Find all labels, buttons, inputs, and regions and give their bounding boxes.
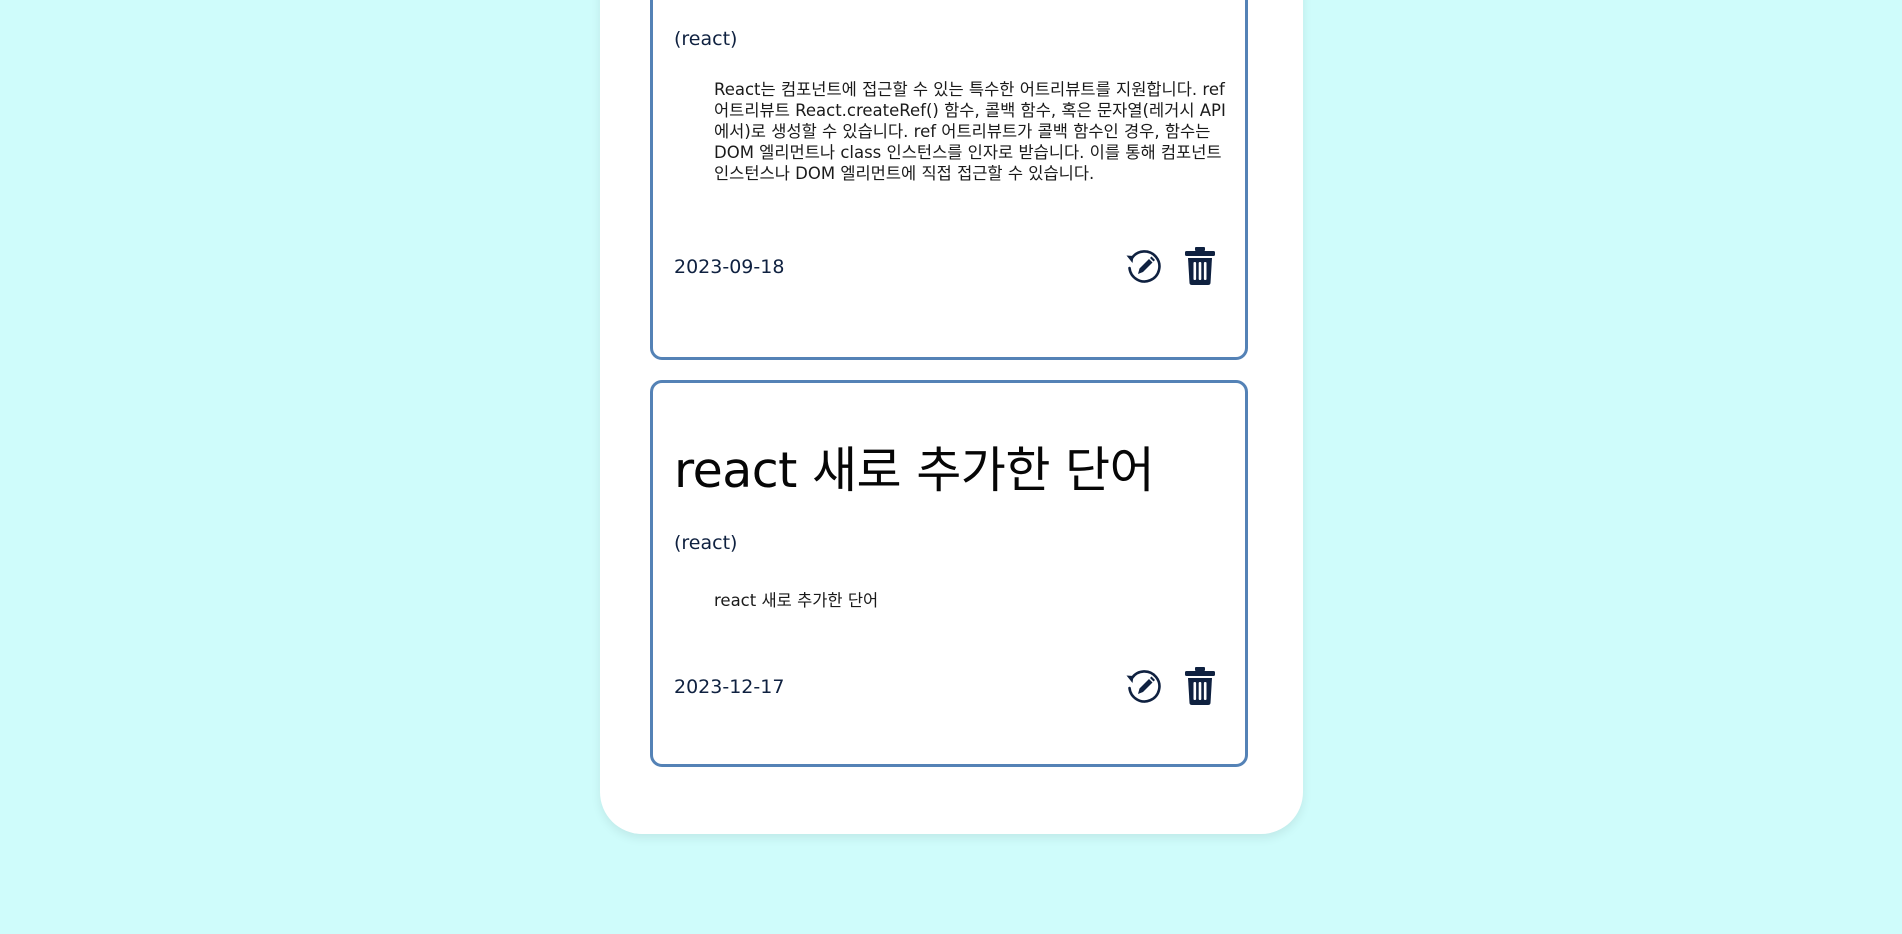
edit-button[interactable]	[1123, 245, 1165, 287]
word-card: (react) React는 컴포넌트에 접근할 수 있는 특수한 어트리뷰트를…	[650, 0, 1248, 360]
word-tag: (react)	[674, 28, 738, 50]
trash-icon	[1185, 247, 1215, 285]
edit-button[interactable]	[1123, 665, 1165, 707]
word-title: react 새로 추가한 단어	[674, 442, 1155, 499]
delete-button[interactable]	[1179, 665, 1221, 707]
card-actions	[1123, 245, 1221, 287]
word-date: 2023-12-17	[674, 676, 785, 698]
edit-refresh-icon	[1126, 250, 1161, 283]
card-actions	[1123, 665, 1221, 707]
word-card: react 새로 추가한 단어 (react) react 새로 추가한 단어 …	[650, 380, 1248, 767]
word-description: react 새로 추가한 단어	[714, 591, 879, 610]
word-date: 2023-09-18	[674, 256, 785, 278]
word-tag: (react)	[674, 532, 738, 554]
delete-button[interactable]	[1179, 245, 1221, 287]
edit-refresh-icon	[1126, 670, 1161, 703]
trash-icon	[1185, 667, 1215, 705]
word-description: React는 컴포넌트에 접근할 수 있는 특수한 어트리뷰트를 지원합니다. …	[714, 80, 1226, 183]
